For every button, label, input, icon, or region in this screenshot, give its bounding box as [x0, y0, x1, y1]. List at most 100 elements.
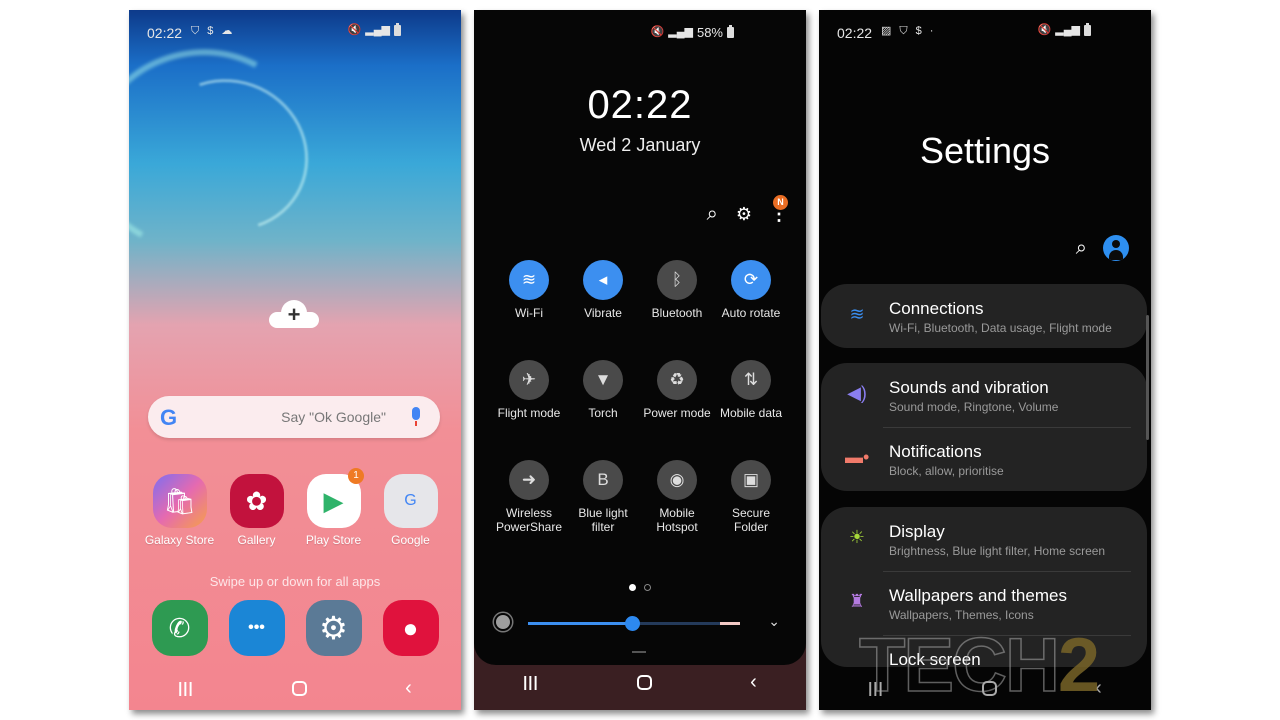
scrollbar[interactable] [1146, 315, 1149, 440]
recents-button[interactable]: ||| [178, 680, 194, 697]
dock-camera[interactable]: ● [372, 600, 449, 656]
item-subtitle: Block, allow, prioritise [889, 464, 1004, 478]
tile-label: Power mode [643, 406, 711, 420]
clock: 02:22 [587, 83, 693, 127]
search-icon[interactable]: ⌕ [1076, 237, 1087, 260]
app-google-folder[interactable]: G Google [372, 474, 449, 547]
tile-mobile-hotspot[interactable]: ◉ Mobile Hotspot [640, 460, 714, 534]
mute-vibrate-icon: 🔇 [1037, 24, 1052, 36]
dock-settings[interactable]: ⚙ [295, 600, 372, 656]
tile-label: Auto rotate [721, 306, 781, 320]
settings-item-display[interactable]: ☀ Display Brightness, Blue light filter,… [821, 507, 1147, 571]
tile-vibrate[interactable]: ◂ Vibrate [566, 260, 640, 334]
signal-icon: ▂▄▆ [1055, 24, 1080, 36]
home-button[interactable] [636, 675, 652, 690]
battery-icon [727, 25, 734, 38]
wifi-icon: ≋ [509, 260, 549, 300]
tile-blue-light-filter[interactable]: B Blue light filter [566, 460, 640, 534]
torch-icon: ▼ [583, 360, 623, 400]
tile-wireless-powershare[interactable]: ➜ Wireless PowerShare [492, 460, 566, 534]
signal-icon: ▂▄▆ [668, 26, 693, 38]
battery-icon [1084, 23, 1091, 36]
auto-rotate-icon: ⟳ [731, 260, 771, 300]
tile-power-mode[interactable]: ♻ Power mode [640, 360, 714, 434]
page-dot[interactable] [644, 584, 651, 591]
settings-screen: 02:22 ▨ ⛉ $ · 🔇 ▂▄▆ Settings ⌕ ≋ Connect… [819, 10, 1151, 710]
battery-percent: 58% [696, 25, 723, 40]
settings-item-notifications[interactable]: ▬• Notifications Block, allow, prioritis… [821, 427, 1147, 491]
tile-label: Wireless PowerShare [495, 506, 563, 534]
page-indicator [474, 584, 806, 591]
brush-icon: ♜ [848, 591, 866, 611]
settings-item-sounds[interactable]: ◀) Sounds and vibration Sound mode, Ring… [821, 363, 1147, 427]
account-avatar[interactable] [1103, 235, 1129, 261]
recents-button[interactable]: ||| [523, 674, 539, 691]
status-time: 02:22 [147, 25, 183, 41]
quick-panel-toolbar: ⌕ ⚙ ⋮ N [707, 195, 788, 226]
notification-badge: 1 [348, 468, 364, 484]
samsung-pass-icon: $ [207, 25, 214, 37]
shield-icon: ⛉ [191, 25, 200, 37]
slider-end-marker [720, 622, 740, 625]
tile-label: Mobile Hotspot [656, 506, 698, 534]
page-dot-active[interactable] [629, 584, 636, 591]
slider-fill [528, 622, 632, 625]
navigation-bar: ||| ‹ [474, 655, 806, 710]
tile-torch[interactable]: ▼ Torch [566, 360, 640, 434]
app-play-store[interactable]: ▶ 1 Play Store [295, 468, 372, 547]
messages-icon: ••• [228, 600, 285, 656]
brightness-slider[interactable] [528, 616, 740, 631]
brightness-control: ⌄ [494, 613, 780, 633]
tile-bluetooth[interactable]: ᛒ Bluetooth [640, 260, 714, 334]
tile-flight-mode[interactable]: ✈ Flight mode [492, 360, 566, 434]
tile-label: Mobile data [719, 406, 783, 420]
sun-icon: ☀ [848, 527, 866, 547]
airplane-icon: ✈ [509, 360, 549, 400]
speaker-icon: ◀) [847, 383, 867, 403]
watermark-text: TECH [858, 622, 1060, 709]
dock-phone[interactable]: ✆ [141, 600, 218, 656]
item-subtitle: Wallpapers, Themes, Icons [889, 608, 1034, 622]
google-folder-icon: G [383, 474, 438, 528]
status-bar: 🔇 ▂▄▆ 58% [474, 10, 806, 54]
app-gallery[interactable]: ✿ Gallery [218, 474, 295, 547]
plus-icon: + [287, 302, 301, 327]
tile-wi-fi[interactable]: ≋ Wi-Fi [492, 260, 566, 334]
add-widget-button[interactable]: + [269, 300, 319, 328]
search-icon[interactable]: ⌕ [707, 203, 718, 226]
samsung-pass-icon: $ [915, 25, 922, 37]
gear-icon[interactable]: ⚙ [736, 204, 752, 225]
tile-auto-rotate[interactable]: ⟳ Auto rotate [714, 260, 788, 334]
home-screen: 02:22 ⛉ $ ☁ 🔇 ▂▄▆ + G Say "Ok Google" 🛍 … [129, 10, 461, 710]
blue-light-icon: B [583, 460, 623, 500]
chevron-down-icon[interactable]: ⌄ [768, 613, 780, 630]
settings-item-connections[interactable]: ≋ Connections Wi-Fi, Bluetooth, Data usa… [821, 284, 1147, 348]
app-galaxy-store[interactable]: 🛍 Galaxy Store [141, 474, 218, 547]
battery-icon [394, 23, 401, 36]
home-button[interactable] [291, 680, 307, 696]
back-button[interactable]: ‹ [405, 677, 412, 700]
mic-icon[interactable] [412, 407, 420, 426]
shopping-bag-icon: 🛍 [152, 474, 207, 528]
tile-mobile-data[interactable]: ⇅ Mobile data [714, 360, 788, 434]
item-subtitle: Wi-Fi, Bluetooth, Data usage, Flight mod… [889, 321, 1112, 335]
mute-vibrate-icon: 🔇 [650, 26, 665, 38]
more-options-button[interactable]: ⋮ N [770, 195, 788, 225]
bluetooth-icon: ᛒ [657, 260, 697, 300]
dock-messages[interactable]: ••• [218, 600, 295, 656]
back-button[interactable]: ‹ [750, 671, 757, 694]
google-search-bar[interactable]: G Say "Ok Google" [148, 396, 440, 438]
slider-knob[interactable] [624, 616, 640, 631]
app-grid: 🛍 Galaxy Store ✿ Gallery ▶ 1 Play Store … [141, 468, 449, 547]
power-mode-icon: ♻ [657, 360, 697, 400]
status-time: 02:22 [837, 25, 873, 41]
app-label: Gallery [237, 533, 276, 547]
item-subtitle: Brightness, Blue light filter, Home scre… [889, 544, 1106, 558]
tile-secure-folder[interactable]: ▣ Secure Folder [714, 460, 788, 534]
drag-handle[interactable] [632, 651, 646, 653]
tile-label: Flight mode [497, 406, 561, 420]
image-icon: ▨ [881, 25, 892, 37]
tile-label: Wi-Fi [515, 306, 543, 320]
item-title: Sounds and vibration [889, 378, 1049, 397]
watermark-digit: 2 [1057, 623, 1100, 708]
